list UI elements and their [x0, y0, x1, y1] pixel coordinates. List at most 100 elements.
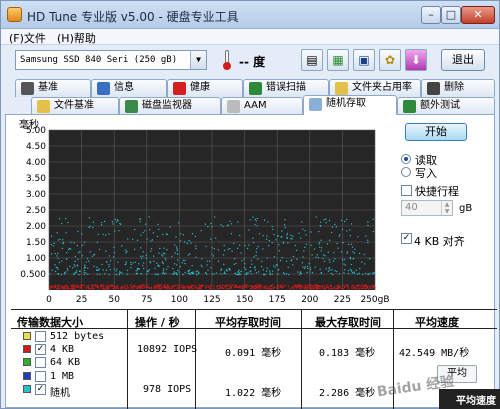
close-button[interactable]: ✕ [461, 6, 495, 24]
save-button[interactable]: ▣ [353, 49, 375, 71]
data-point [252, 237, 254, 239]
data-point [234, 258, 236, 260]
data-point [127, 285, 129, 287]
row-checkbox[interactable] [35, 331, 46, 342]
data-point [212, 255, 214, 257]
data-point [184, 262, 186, 265]
data-point [210, 238, 212, 240]
legend-swatch [23, 358, 31, 366]
data-point [259, 285, 261, 288]
data-point [56, 288, 58, 290]
exit-button[interactable]: 退出 [441, 49, 485, 71]
data-point [243, 267, 246, 269]
data-point [85, 286, 87, 288]
data-point [291, 238, 293, 240]
tab-erase[interactable]: 删除 [421, 79, 495, 97]
data-point [146, 273, 148, 275]
data-point [240, 252, 242, 254]
align-4kb-checkbox[interactable]: ✓ [401, 233, 412, 244]
data-point [215, 272, 218, 274]
data-point [187, 270, 190, 273]
data-point [320, 239, 322, 241]
menu-help[interactable]: (H)帮助 [57, 30, 96, 46]
data-point [167, 266, 169, 268]
data-point [89, 225, 91, 227]
data-point [257, 285, 260, 288]
data-point [51, 269, 53, 271]
row-checkbox[interactable] [35, 357, 46, 368]
tab-health[interactable]: 健康 [167, 79, 243, 97]
row-checkbox[interactable]: ✓ [35, 384, 46, 395]
x-tick-label: 25 [76, 295, 87, 305]
data-point [120, 271, 122, 273]
data-point [254, 269, 256, 271]
tab-label: 文件夹占用率 [352, 82, 412, 93]
data-point [256, 286, 258, 289]
data-point [282, 286, 284, 288]
menu-file[interactable]: (F)文件 [9, 30, 46, 46]
options-button[interactable]: ✿ [379, 49, 401, 71]
data-point [127, 269, 129, 271]
data-point [64, 287, 66, 289]
tab-benchmark[interactable]: 基准 [15, 79, 91, 97]
data-point [205, 286, 207, 288]
maximize-button[interactable]: □ [441, 6, 461, 24]
tab-extra-tests[interactable]: 额外测试 [397, 97, 495, 115]
download-button[interactable]: ⬇ [405, 49, 427, 71]
data-point [142, 231, 144, 234]
drive-select[interactable]: Samsung SSD 840 Seri (250 gB) ▼ [15, 50, 207, 70]
data-point [176, 246, 178, 248]
status-text: 平均速度 [456, 396, 496, 407]
data-point [171, 287, 173, 289]
short-stroke-checkbox[interactable] [401, 185, 412, 196]
short-stroke-stepper[interactable]: 40 ▲ ▼ [401, 200, 453, 216]
write-radio[interactable] [401, 167, 411, 177]
stepper-arrows-icon[interactable]: ▲ ▼ [441, 201, 452, 215]
data-point [336, 287, 339, 289]
data-point [374, 287, 376, 289]
data-point [337, 247, 339, 249]
y-tick-label: 2.50 [26, 206, 46, 216]
data-point [340, 287, 342, 289]
data-point [60, 285, 62, 287]
options-icon: ✿ [384, 53, 396, 67]
tab-aam[interactable]: AAM [221, 97, 303, 115]
data-point [250, 273, 252, 275]
tab-disk-monitor[interactable]: 磁盘监视器 [119, 97, 221, 115]
row-checkbox[interactable]: ✓ [35, 344, 46, 355]
tab-file-benchmark[interactable]: 文件基准 [31, 97, 119, 115]
tab-info[interactable]: 信息 [91, 79, 167, 97]
data-point [188, 285, 190, 287]
data-point [311, 254, 313, 256]
minimize-button[interactable]: – [421, 6, 441, 24]
data-point [189, 269, 191, 271]
data-point [85, 261, 87, 263]
short-stroke-unit: gB [459, 203, 473, 214]
data-point [163, 268, 165, 270]
data-point [330, 272, 332, 275]
data-point [96, 266, 98, 268]
data-point [331, 226, 334, 228]
data-point [359, 285, 361, 287]
data-point [102, 269, 104, 271]
chevron-down-icon[interactable]: ▼ [190, 51, 206, 69]
data-point [334, 258, 336, 260]
copy-info-button[interactable]: ▤ [301, 49, 323, 71]
read-radio[interactable] [401, 154, 411, 164]
data-point [145, 286, 147, 288]
data-point [177, 259, 179, 261]
data-point [70, 248, 72, 250]
data-point [365, 235, 367, 237]
data-point [369, 257, 371, 260]
data-point [97, 233, 99, 235]
row-checkbox[interactable] [35, 371, 46, 382]
tab-row-2: 文件基准 磁盘监视器 AAM 随机存取 额外测试 [1, 95, 499, 115]
tab-random-access[interactable]: 随机存取 [303, 95, 397, 115]
data-point [196, 270, 198, 272]
data-point [79, 251, 81, 253]
data-point [307, 284, 309, 286]
copy-screenshot-button[interactable]: ▦ [327, 49, 349, 71]
start-button[interactable]: 开始 [405, 123, 467, 141]
data-point [253, 242, 255, 244]
data-point [274, 286, 276, 288]
